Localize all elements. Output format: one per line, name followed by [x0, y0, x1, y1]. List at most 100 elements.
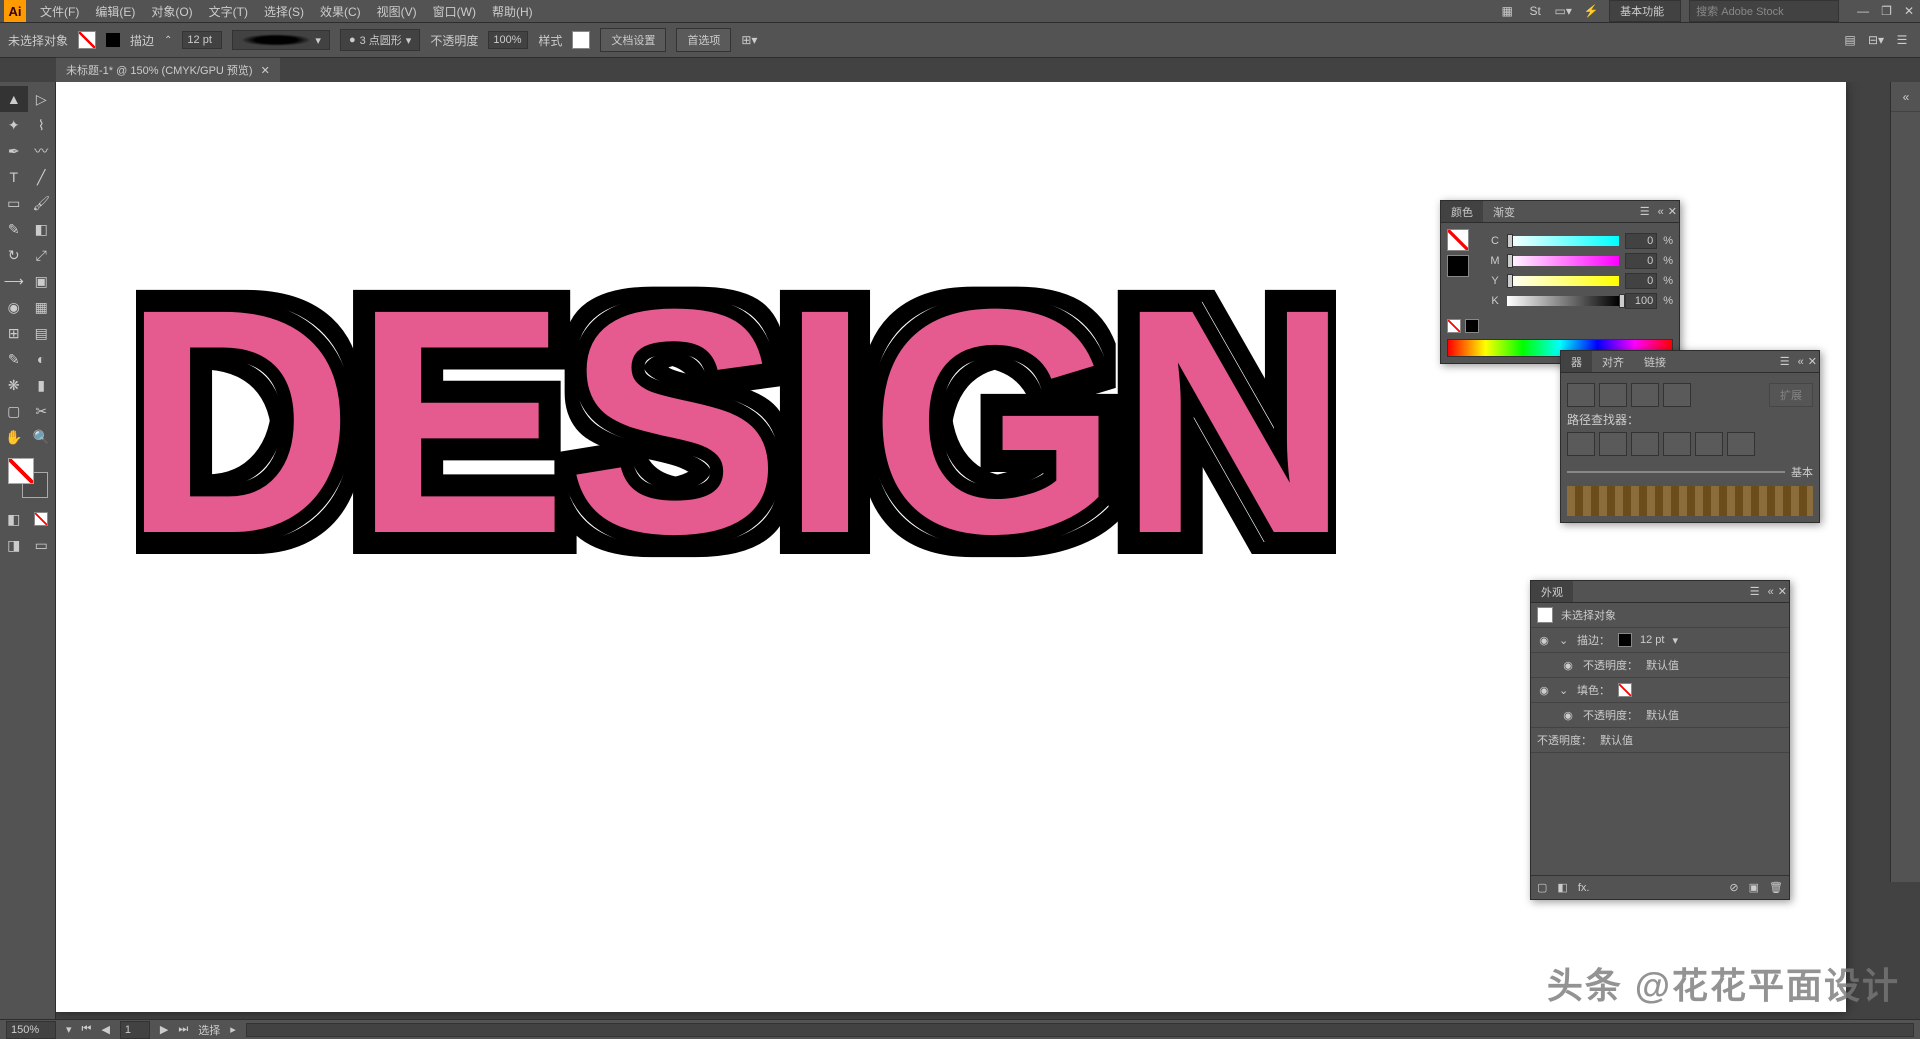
menu-help[interactable]: 帮助(H): [484, 3, 541, 20]
nav-last-icon[interactable]: ⏭: [178, 1023, 188, 1036]
fill-swatch[interactable]: [78, 31, 96, 49]
status-dropdown-icon[interactable]: ▸: [230, 1023, 236, 1036]
panel-icon-1[interactable]: ▤: [1840, 31, 1860, 49]
unite-button[interactable]: [1567, 383, 1595, 407]
nav-next-icon[interactable]: ▶: [160, 1023, 168, 1036]
menu-window[interactable]: 窗口(W): [425, 3, 484, 20]
dock-expand-icon[interactable]: «: [1891, 82, 1920, 112]
eraser-tool[interactable]: ◧: [28, 216, 56, 242]
stock-icon[interactable]: St: [1525, 2, 1545, 20]
panel-collapse-icon[interactable]: «: [1796, 356, 1806, 368]
stroke-dropdown-icon[interactable]: ▾: [1672, 634, 1678, 647]
menu-object[interactable]: 对象(O): [143, 3, 200, 20]
gradient-tool[interactable]: ▤: [28, 320, 56, 346]
menu-type[interactable]: 文字(T): [201, 3, 256, 20]
delete-icon[interactable]: 🗑: [1769, 881, 1783, 894]
menu-select[interactable]: 选择(S): [256, 3, 312, 20]
magic-wand-tool[interactable]: ✦: [0, 112, 28, 138]
stroke-decrease[interactable]: ⌃: [164, 35, 172, 46]
fx-icon[interactable]: fx.: [1578, 882, 1590, 894]
y-slider[interactable]: [1507, 276, 1619, 286]
m-value[interactable]: 0: [1625, 253, 1657, 269]
h-scrollbar[interactable]: [246, 1023, 1914, 1037]
document-tab[interactable]: 未标题-1* @ 150% (CMYK/GPU 预览) ✕: [56, 57, 280, 82]
outline-button[interactable]: [1695, 432, 1723, 456]
gradient-mode-icon[interactable]: [28, 506, 56, 532]
visibility-toggle[interactable]: ◉: [1561, 659, 1575, 672]
rotate-tool[interactable]: ↻: [0, 242, 28, 268]
panel-collapse-icon[interactable]: «: [1766, 586, 1776, 598]
opacity-input[interactable]: 100%: [488, 31, 528, 49]
gpu-icon[interactable]: ⚡: [1581, 2, 1601, 20]
new-stroke-icon[interactable]: ◧: [1557, 881, 1567, 894]
color-fill-swatch[interactable]: [1447, 229, 1469, 251]
visibility-toggle[interactable]: ◉: [1561, 709, 1575, 722]
width-tool[interactable]: ⟶: [0, 268, 28, 294]
screen-mode-icon[interactable]: ▭: [28, 532, 56, 558]
eyedropper-tool[interactable]: ✎: [0, 346, 28, 372]
panel-menu-icon[interactable]: ☰: [1774, 355, 1796, 368]
maximize-icon[interactable]: ❐: [1881, 4, 1892, 18]
visibility-toggle[interactable]: ◉: [1537, 634, 1551, 647]
minimize-icon[interactable]: —: [1857, 4, 1869, 18]
new-fill-icon[interactable]: ▢: [1537, 881, 1547, 894]
brush-strip[interactable]: [1567, 486, 1813, 516]
paintbrush-tool[interactable]: 🖌: [28, 190, 56, 216]
c-slider[interactable]: [1507, 236, 1619, 246]
expand-icon[interactable]: ⌄: [1559, 684, 1569, 697]
workspace-select[interactable]: 基本功能: [1609, 0, 1681, 22]
arrange-icon[interactable]: ▭▾: [1553, 2, 1573, 20]
selection-tool[interactable]: ▲: [0, 86, 28, 112]
opacity-label[interactable]: 不透明度：: [1537, 732, 1592, 748]
hand-tool[interactable]: ✋: [0, 424, 28, 450]
draw-mode-icon[interactable]: ◨: [0, 532, 28, 558]
trim-button[interactable]: [1599, 432, 1627, 456]
style-swatch[interactable]: [572, 31, 590, 49]
color-tab[interactable]: 颜色: [1441, 201, 1483, 222]
minus-front-button[interactable]: [1599, 383, 1627, 407]
appearance-tab[interactable]: 外观: [1531, 581, 1573, 602]
fill-swatch[interactable]: [1618, 683, 1632, 697]
links-tab[interactable]: 链接: [1634, 351, 1676, 372]
curvature-tool[interactable]: 〰: [28, 138, 56, 164]
stroke-weight-input[interactable]: 12 pt: [182, 31, 222, 49]
shape-builder-tool[interactable]: ◉: [0, 294, 28, 320]
panel-toggle-icon[interactable]: ⊟▾: [1866, 31, 1886, 49]
fill-color[interactable]: [8, 458, 34, 484]
zoom-tool[interactable]: 🔍: [28, 424, 56, 450]
divide-button[interactable]: [1567, 432, 1595, 456]
black-swatch[interactable]: [1465, 319, 1479, 333]
menu-file[interactable]: 文件(F): [32, 3, 87, 20]
panel-close-icon[interactable]: ✕: [1776, 585, 1789, 598]
panel-menu-icon[interactable]: ☰: [1744, 585, 1766, 598]
pen-tool[interactable]: ✒: [0, 138, 28, 164]
fill-stroke-swatches[interactable]: [8, 458, 48, 498]
exclude-button[interactable]: [1663, 383, 1691, 407]
direct-selection-tool[interactable]: ▷: [28, 86, 56, 112]
visibility-toggle[interactable]: ◉: [1537, 684, 1551, 697]
expand-icon[interactable]: ⌄: [1559, 634, 1569, 647]
m-slider[interactable]: [1507, 256, 1619, 266]
panel-close-icon[interactable]: ✕: [1666, 205, 1679, 218]
menu-view[interactable]: 视图(V): [369, 3, 425, 20]
crop-button[interactable]: [1663, 432, 1691, 456]
merge-button[interactable]: [1631, 432, 1659, 456]
panel-icon-2[interactable]: ☰: [1892, 31, 1912, 49]
close-icon[interactable]: ✕: [1904, 4, 1914, 18]
free-transform-tool[interactable]: ▣: [28, 268, 56, 294]
stroke-swatch[interactable]: [106, 33, 120, 47]
tab-close-icon[interactable]: ✕: [261, 64, 270, 77]
panel-close-icon[interactable]: ✕: [1806, 355, 1819, 368]
artboard-input[interactable]: 1: [120, 1021, 150, 1039]
variable-width-profile[interactable]: ● 3 点圆形 ▾: [340, 29, 420, 51]
opacity-label[interactable]: 不透明度：: [1583, 657, 1638, 673]
gradient-tab[interactable]: 渐变: [1483, 201, 1525, 222]
scale-tool[interactable]: ⤢: [28, 242, 56, 268]
pathfinder-tab[interactable]: 器: [1561, 351, 1592, 372]
color-mode-icon[interactable]: ◧: [0, 506, 28, 532]
intersect-button[interactable]: [1631, 383, 1659, 407]
slice-tool[interactable]: ✂: [28, 398, 56, 424]
k-slider[interactable]: [1507, 296, 1619, 306]
stroke-swatch[interactable]: [1618, 633, 1632, 647]
panel-collapse-icon[interactable]: «: [1656, 206, 1666, 218]
